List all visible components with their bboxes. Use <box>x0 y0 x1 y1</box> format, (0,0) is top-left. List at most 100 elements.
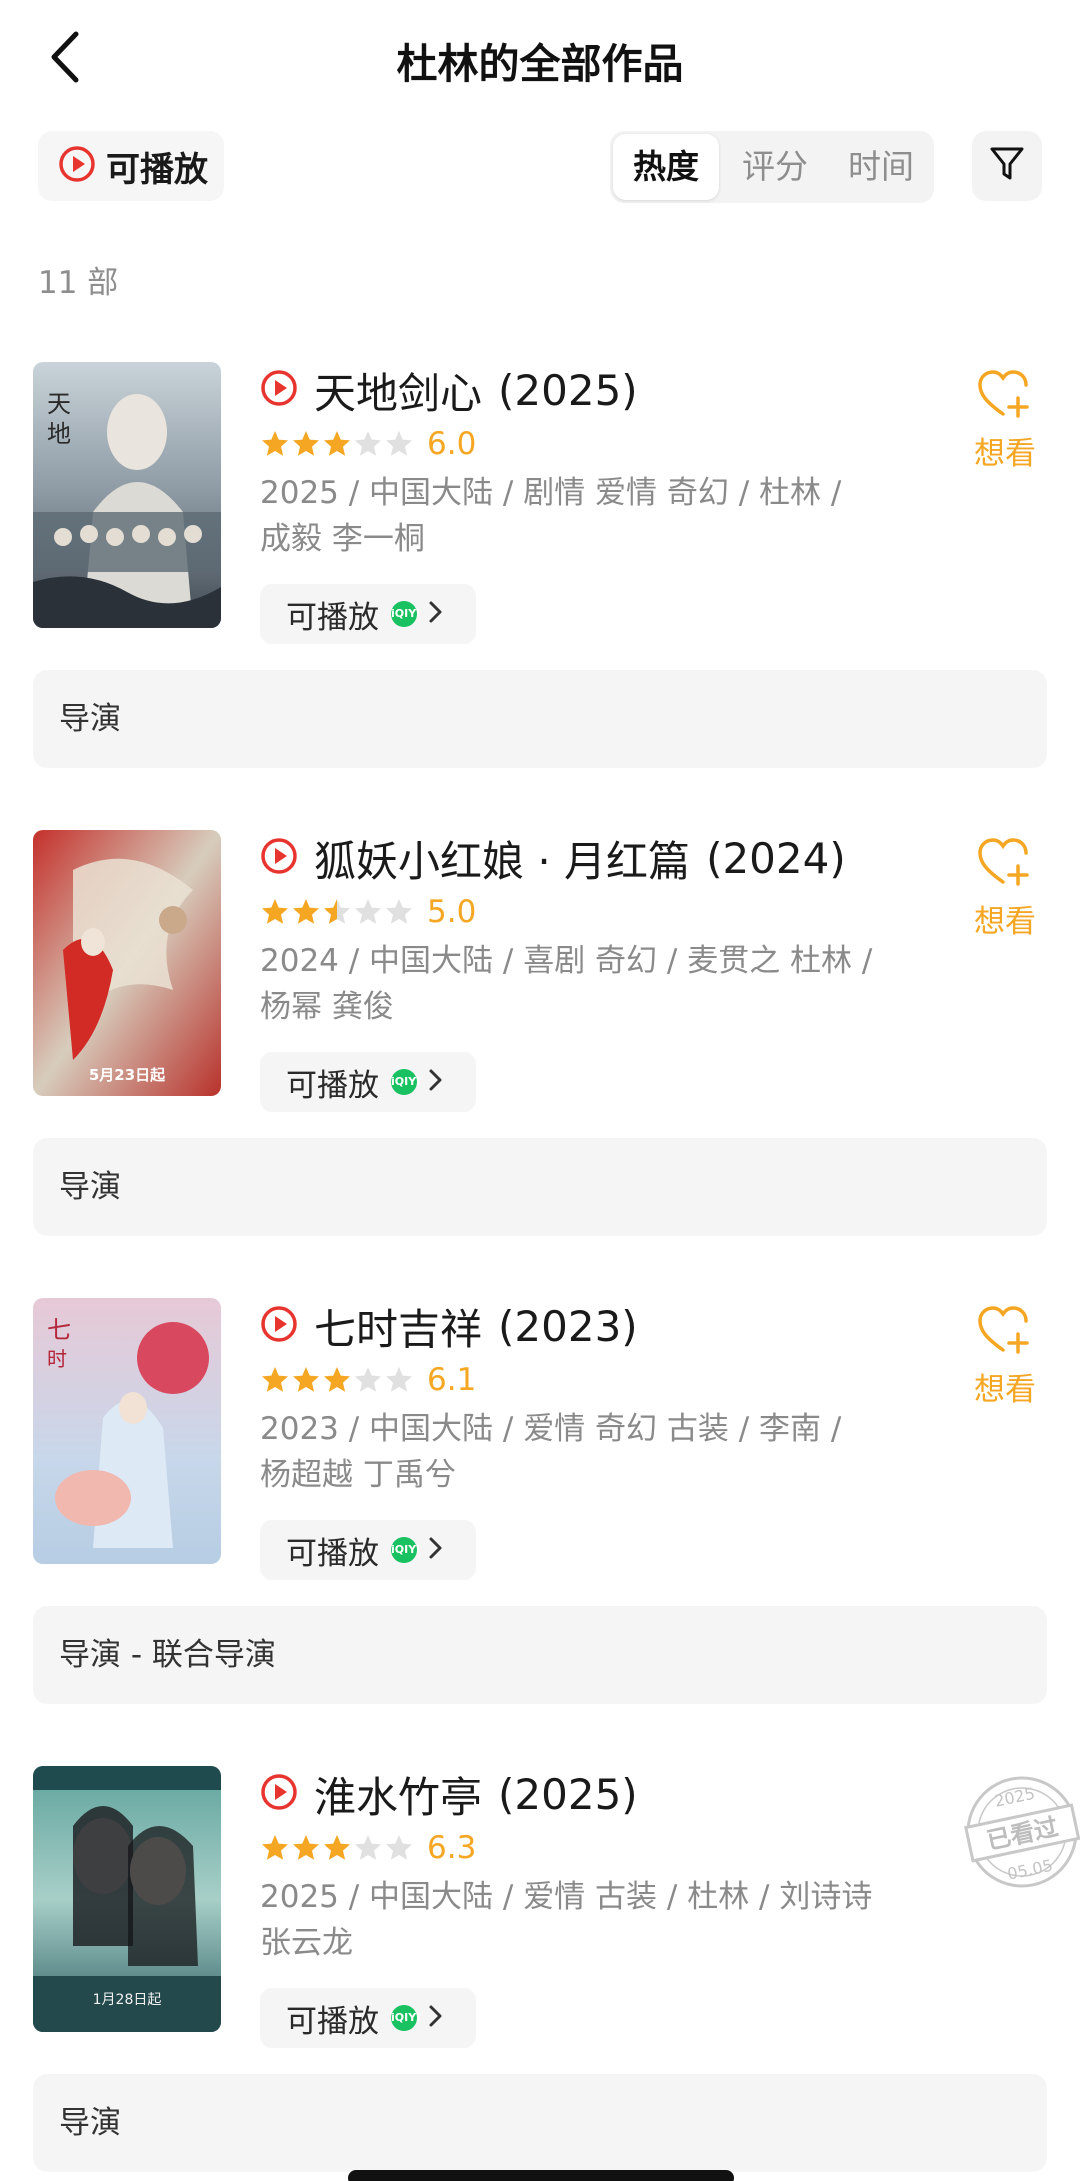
want-to-watch-button[interactable]: 想看 <box>968 836 1042 941</box>
iqiyi-icon: iQIYI <box>391 2005 420 2031</box>
star-filled-icon <box>324 431 350 456</box>
work-card[interactable]: 天 地 天地剑心 (2025) 6.0 2025 / 中国大陆 / 剧情 爱情 … <box>0 362 1080 806</box>
playable-filter-chip[interactable]: 可播放 <box>38 131 224 201</box>
svg-text:时: 时 <box>47 1347 67 1371</box>
work-cast-line: 杨超越 丁禹兮 <box>260 1457 456 1493</box>
work-meta: 2024 / 中国大陆 / 喜剧 奇幻 / 麦贯之 杜林 / 杨幂 龚俊 <box>260 938 920 1030</box>
work-meta: 2025 / 中国大陆 / 爱情 古装 / 杜林 / 刘诗诗 张云龙 <box>260 1874 920 1966</box>
star-empty-icon <box>386 1835 412 1860</box>
funnel-icon <box>989 145 1025 187</box>
work-info: 七时吉祥 (2023) 6.1 2023 / 中国大陆 / 爱情 奇幻 古装 /… <box>260 1298 920 1580</box>
work-year: (2023) <box>498 1301 638 1351</box>
playable-label: 可播放 <box>286 1535 379 1572</box>
star-empty-icon <box>355 899 381 924</box>
playable-button[interactable]: 可播放 iQIYI <box>260 1988 476 2048</box>
role-row: 导演 <box>33 1138 1047 1236</box>
chevron-right-icon <box>427 599 443 629</box>
svg-text:地: 地 <box>47 420 71 448</box>
iqiyi-icon: iQIYI <box>391 601 420 627</box>
work-title: 天地剑心 <box>314 368 483 418</box>
rating-row: 6.0 <box>260 424 920 464</box>
playable-label: 可播放 <box>286 599 379 636</box>
filter-bar: 可播放 热度 评分 时间 <box>0 128 1080 206</box>
iqiyi-icon: iQIYI <box>391 1069 420 1095</box>
work-cast-line: 杨幂 龚俊 <box>260 989 394 1025</box>
heart-plus-icon <box>976 370 1034 424</box>
star-filled-icon <box>262 431 288 456</box>
playable-button[interactable]: 可播放 iQIYI <box>260 1520 476 1580</box>
work-year: (2024) <box>706 833 846 883</box>
star-filled-icon <box>293 431 319 456</box>
sort-option-rating[interactable]: 评分 <box>722 131 828 203</box>
work-info: 狐妖小红娘 · 月红篇 (2024) 5.0 2024 / 中国大陆 / 喜剧 … <box>260 830 920 1112</box>
want-to-watch-label: 想看 <box>974 436 1036 472</box>
star-rating <box>260 1833 415 1863</box>
sort-option-popularity[interactable]: 热度 <box>613 134 719 200</box>
star-filled-icon <box>262 1367 288 1392</box>
poster-image[interactable]: 七 时 <box>33 1298 221 1564</box>
work-title: 七时吉祥 <box>314 1304 483 1354</box>
work-meta: 2025 / 中国大陆 / 剧情 爱情 奇幻 / 杜林 / 成毅 李一桐 <box>260 470 920 562</box>
playable-label: 可播放 <box>286 2003 379 2040</box>
role-row: 导演 - 联合导演 <box>33 1606 1047 1704</box>
top-nav-bar: 杜林的全部作品 <box>0 0 1080 120</box>
poster-image[interactable]: 1月28日起 <box>33 1766 221 2032</box>
poster-image[interactable]: 天 地 <box>33 362 221 628</box>
poster-caption: 1月28日起 <box>93 1992 162 2008</box>
work-card[interactable]: 5月23日起 狐妖小红娘 · 月红篇 (2024) 5.0 2024 / 中国大… <box>0 830 1080 1274</box>
work-meta-line: 2025 / 中国大陆 / 剧情 爱情 奇幻 / 杜林 / <box>260 475 842 511</box>
role-row: 导演 <box>33 2074 1047 2172</box>
playable-button[interactable]: 可播放 iQIYI <box>260 1052 476 1112</box>
rating-row: 6.1 <box>260 1360 920 1400</box>
play-circle-icon <box>260 1305 298 1347</box>
play-circle-icon <box>58 145 96 187</box>
rating-row: 5.0 <box>260 892 920 932</box>
chevron-right-icon <box>427 1067 443 1097</box>
rating-score: 6.0 <box>427 426 477 462</box>
work-title: 狐妖小红娘 · 月红篇 <box>314 836 691 886</box>
home-indicator[interactable] <box>348 2170 734 2181</box>
watched-stamp: 2025 已看过 05.05 <box>962 1772 1080 1892</box>
page-title: 杜林的全部作品 <box>396 40 684 88</box>
svg-text:天: 天 <box>47 390 71 418</box>
work-title-row[interactable]: 淮水竹亭 (2025) <box>260 1766 920 1822</box>
work-title: 淮水竹亭 <box>314 1772 483 1822</box>
rating-score: 6.1 <box>427 1362 477 1398</box>
work-cast-line: 张云龙 <box>260 1925 353 1961</box>
sort-segmented-control: 热度 评分 时间 <box>610 131 934 203</box>
playable-label: 可播放 <box>286 1067 379 1104</box>
rating-score: 5.0 <box>427 894 477 930</box>
star-rating <box>260 897 415 927</box>
star-filled-icon <box>293 899 319 924</box>
playable-button[interactable]: 可播放 iQIYI <box>260 584 476 644</box>
work-cast-line: 成毅 李一桐 <box>260 521 425 557</box>
chevron-right-icon <box>427 2003 443 2033</box>
want-to-watch-button[interactable]: 想看 <box>968 1304 1042 1409</box>
work-card[interactable]: 七 时 七时吉祥 (2023) 6.1 2023 / 中国大陆 / 爱情 奇幻 … <box>0 1298 1080 1742</box>
work-title-row[interactable]: 七时吉祥 (2023) <box>260 1298 920 1354</box>
chevron-right-icon <box>427 1535 443 1565</box>
star-empty-icon <box>386 899 412 924</box>
rating-row: 6.3 <box>260 1828 920 1868</box>
filter-button[interactable] <box>972 131 1042 201</box>
rating-score: 6.3 <box>427 1830 477 1866</box>
star-rating <box>260 1365 415 1395</box>
work-meta-line: 2023 / 中国大陆 / 爱情 奇幻 古装 / 李南 / <box>260 1411 842 1447</box>
sort-option-time[interactable]: 时间 <box>828 131 934 203</box>
poster-image[interactable]: 5月23日起 <box>33 830 221 1096</box>
star-filled-icon <box>324 1835 350 1860</box>
work-info: 淮水竹亭 (2025) 6.3 2025 / 中国大陆 / 爱情 古装 / 杜林… <box>260 1766 920 2048</box>
work-card[interactable]: 1月28日起 淮水竹亭 (2025) 6.3 2025 / 中国大陆 / 爱情 … <box>0 1766 1080 2181</box>
star-filled-icon <box>293 1835 319 1860</box>
want-to-watch-button[interactable]: 想看 <box>968 368 1042 473</box>
work-title-row[interactable]: 天地剑心 (2025) <box>260 362 920 418</box>
work-title-row[interactable]: 狐妖小红娘 · 月红篇 (2024) <box>260 830 920 886</box>
star-empty-icon <box>386 1367 412 1392</box>
work-meta: 2023 / 中国大陆 / 爱情 奇幻 古装 / 李南 / 杨超越 丁禹兮 <box>260 1406 920 1498</box>
star-filled-icon <box>262 899 288 924</box>
star-empty-icon <box>355 431 381 456</box>
work-year: (2025) <box>498 365 638 415</box>
star-filled-icon <box>324 1367 350 1392</box>
play-circle-icon <box>260 837 298 879</box>
heart-plus-icon <box>976 838 1034 892</box>
